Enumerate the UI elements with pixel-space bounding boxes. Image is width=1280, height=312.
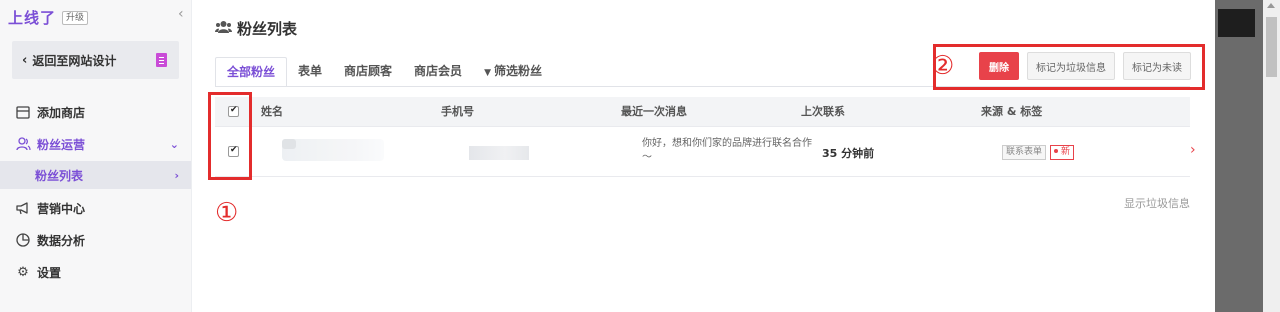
- last-contact-time: 35 分钟前: [822, 147, 875, 160]
- tab-store-members[interactable]: 商店会员: [403, 57, 473, 87]
- tab-label: 筛选粉丝: [493, 64, 542, 78]
- dot-icon: [1054, 148, 1059, 153]
- users-icon: [215, 20, 232, 38]
- mark-as-spam-button[interactable]: 标记为垃圾信息: [1027, 52, 1115, 80]
- chevron-right-icon: ›: [174, 168, 179, 182]
- scroll-up-arrow-icon[interactable]: [1267, 3, 1275, 8]
- tab-all-fans[interactable]: 全部粉丝: [215, 57, 288, 87]
- column-header-name[interactable]: 姓名: [261, 97, 283, 127]
- sidebar-item-marketing[interactable]: 营销中心: [0, 192, 191, 224]
- main-panel: 粉丝列表 全部粉丝 表单 商店顾客 商店会员 ▼ 筛选粉丝 ② 删除 标记为垃圾信…: [193, 0, 1215, 312]
- overlay-panel-edge: [1218, 9, 1255, 37]
- sidebar-item-fan-operations[interactable]: 粉丝运营 ⌄: [0, 128, 191, 160]
- filter-icon: ▼: [484, 68, 491, 78]
- collapse-chevron-icon[interactable]: ‹: [178, 6, 184, 22]
- show-spam-link[interactable]: 显示垃圾信息: [1124, 195, 1190, 211]
- back-button-label: 返回至网站设计: [32, 53, 117, 68]
- brand-logo[interactable]: 上线了: [8, 7, 56, 28]
- column-header-source-tags[interactable]: 来源 & 标签: [981, 97, 1042, 127]
- tabs: 全部粉丝 表单 商店顾客 商店会员 ▼ 筛选粉丝: [215, 57, 553, 87]
- sidebar-item-label: 营销中心: [37, 201, 86, 216]
- back-to-site-design-button[interactable]: ‹ 返回至网站设计: [12, 41, 179, 79]
- sidebar: 上线了 升级 ‹ ‹ 返回至网站设计 添加商店 粉丝运营 ⌄ 粉丝列表 › 营销…: [0, 0, 192, 312]
- pie-chart-icon: [15, 232, 31, 248]
- sidebar-item-label: 粉丝列表: [35, 168, 84, 183]
- mark-as-unread-button[interactable]: 标记为未读: [1123, 52, 1191, 80]
- row-open-chevron-icon[interactable]: ›: [1190, 142, 1196, 158]
- sidebar-item-label: 设置: [37, 265, 62, 280]
- page-title-text: 粉丝列表: [237, 20, 298, 38]
- upgrade-badge[interactable]: 升级: [62, 10, 89, 25]
- new-tag: 新: [1050, 145, 1075, 160]
- scrollbar-thumb[interactable]: [1266, 17, 1277, 77]
- column-header-last-message[interactable]: 最近一次消息: [621, 97, 687, 127]
- page-title: 粉丝列表: [215, 18, 297, 39]
- tab-store-customers[interactable]: 商店顾客: [333, 57, 403, 87]
- source-tag: 联系表单: [1002, 145, 1047, 160]
- new-tag-label: 新: [1061, 147, 1071, 157]
- delete-button[interactable]: 删除: [979, 52, 1019, 80]
- redacted-phone: [469, 146, 529, 160]
- sidebar-subitem-fan-list[interactable]: 粉丝列表 ›: [0, 161, 191, 189]
- checkbox-highlight-box: [208, 92, 252, 180]
- chevron-down-icon: ⌄: [169, 137, 179, 151]
- sidebar-item-label: 数据分析: [37, 233, 86, 248]
- last-message-text: 你好，想和你们家的品牌进行联名合作～: [642, 138, 812, 163]
- sidebar-item-label: 添加商店: [37, 105, 86, 120]
- sidebar-item-analytics[interactable]: 数据分析: [0, 224, 191, 256]
- annotation-one: ①: [215, 198, 239, 228]
- redacted-name: [282, 139, 384, 161]
- column-header-last-contact[interactable]: 上次联系: [801, 97, 845, 127]
- brand[interactable]: 上线了 升级: [8, 7, 89, 28]
- megaphone-icon: [15, 200, 31, 216]
- tab-filter-fans[interactable]: ▼ 筛选粉丝: [473, 57, 553, 87]
- users-icon: [15, 136, 31, 152]
- tab-forms[interactable]: 表单: [287, 57, 333, 87]
- column-header-phone[interactable]: 手机号: [441, 97, 474, 127]
- table-header: 姓名 手机号 最近一次消息 上次联系 来源 & 标签: [215, 97, 1190, 127]
- gear-icon: ⚙: [17, 264, 29, 280]
- table-row[interactable]: 你好，想和你们家的品牌进行联名合作～ 35 分钟前 联系表单 新 ›: [215, 127, 1196, 177]
- store-icon: [15, 104, 31, 120]
- chevron-left-icon: ‹: [22, 52, 28, 68]
- sidebar-item-add-store[interactable]: 添加商店: [0, 96, 191, 128]
- source-tags: 联系表单 新: [1002, 145, 1078, 160]
- sidebar-item-settings[interactable]: ⚙ 设置: [0, 256, 191, 288]
- sidebar-item-label: 粉丝运营: [37, 137, 86, 152]
- document-icon: [156, 53, 167, 67]
